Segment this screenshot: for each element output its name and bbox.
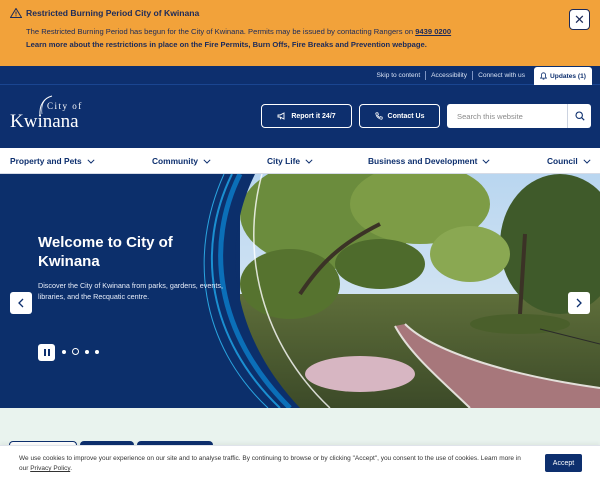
warning-icon xyxy=(10,8,22,18)
nav-item-business-and-development[interactable]: Business and Development xyxy=(368,148,490,174)
nav-item-city-life[interactable]: City Life xyxy=(267,148,313,174)
nav-label: Business and Development xyxy=(368,156,478,166)
city-logo[interactable]: City of Kwinana xyxy=(10,95,90,139)
cookie-text: We use cookies to improve your experienc… xyxy=(19,455,521,472)
accessibility-link[interactable]: Accessibility xyxy=(426,72,472,79)
updates-button[interactable]: Updates (1) xyxy=(534,67,592,85)
cookie-banner: We use cookies to improve your experienc… xyxy=(0,445,600,480)
carousel-dot-4[interactable] xyxy=(95,349,99,354)
megaphone-icon xyxy=(277,112,285,120)
chevron-right-icon xyxy=(576,298,582,308)
pause-icon xyxy=(43,349,50,356)
alert-banner: Restricted Burning Period City of Kwinan… xyxy=(0,0,600,66)
alert-title: Restricted Burning Period City of Kwinan… xyxy=(26,8,200,18)
alert-body-text: The Restricted Burning Period has begun … xyxy=(26,27,416,36)
nav-item-community[interactable]: Community xyxy=(152,148,211,174)
search-icon xyxy=(574,111,585,121)
carousel-prev-button[interactable] xyxy=(10,292,32,314)
main-navigation: Property and Pets Community City Life Bu… xyxy=(0,148,600,174)
utility-bar: Skip to content Accessibility Connect wi… xyxy=(0,66,600,85)
hero-description: Discover the City of Kwinana from parks,… xyxy=(38,281,223,301)
logo-text-big: Kwinana xyxy=(10,111,79,132)
carousel-dot-3[interactable] xyxy=(85,349,89,354)
report-it-label: Report it 24/7 xyxy=(291,112,336,120)
site-header: City of Kwinana Report it 24/7 Contact U… xyxy=(0,85,600,148)
alert-title-row: Restricted Burning Period City of Kwinan… xyxy=(10,8,590,18)
carousel-pause-button[interactable] xyxy=(38,344,55,361)
report-it-button[interactable]: Report it 24/7 xyxy=(261,104,352,128)
contact-us-label: Contact Us xyxy=(387,112,425,120)
updates-label: Updates (1) xyxy=(550,72,586,80)
nav-label: Community xyxy=(152,156,199,166)
carousel-next-button[interactable] xyxy=(568,292,590,314)
nav-label: Property and Pets xyxy=(10,156,82,166)
cookie-period: . xyxy=(70,465,72,472)
connect-with-us-link[interactable]: Connect with us xyxy=(473,72,530,79)
chevron-down-icon xyxy=(482,158,490,164)
cookie-message: We use cookies to improve your experienc… xyxy=(19,454,529,474)
alert-learn-more-link[interactable]: Learn more about the restrictions in pla… xyxy=(26,39,590,51)
chevron-down-icon xyxy=(87,158,95,164)
privacy-policy-link[interactable]: Privacy Policy xyxy=(30,465,70,472)
logo-text-small: City of xyxy=(47,101,83,111)
utility-links: Skip to content Accessibility Connect wi… xyxy=(372,66,530,85)
contact-us-button[interactable]: Contact Us xyxy=(359,104,440,128)
bell-icon xyxy=(540,72,548,80)
chevron-left-icon xyxy=(18,298,24,308)
nav-label: City Life xyxy=(267,156,301,166)
alert-close-button[interactable]: ✕ xyxy=(569,9,590,30)
carousel-dots xyxy=(62,348,99,355)
carousel-dot-2[interactable] xyxy=(72,348,79,355)
rangers-phone-link[interactable]: 9439 0200 xyxy=(415,27,451,36)
chevron-down-icon xyxy=(203,158,211,164)
nav-item-property-and-pets[interactable]: Property and Pets xyxy=(10,148,95,174)
hero-carousel: Welcome to City of Kwinana Discover the … xyxy=(0,174,600,408)
phone-icon xyxy=(374,112,383,120)
nav-label: Council xyxy=(547,156,578,166)
hero-title: Welcome to City of Kwinana xyxy=(38,234,173,270)
carousel-dot-1[interactable] xyxy=(62,349,66,354)
nav-item-council[interactable]: Council xyxy=(547,148,591,174)
chevron-down-icon xyxy=(305,158,313,164)
search-box xyxy=(447,104,591,128)
search-input[interactable] xyxy=(447,105,567,127)
search-button[interactable] xyxy=(567,104,591,128)
skip-to-content-link[interactable]: Skip to content xyxy=(372,72,426,79)
alert-body: The Restricted Burning Period has begun … xyxy=(26,24,590,39)
chevron-down-icon xyxy=(583,158,591,164)
accept-cookies-button[interactable]: Accept xyxy=(545,454,582,472)
